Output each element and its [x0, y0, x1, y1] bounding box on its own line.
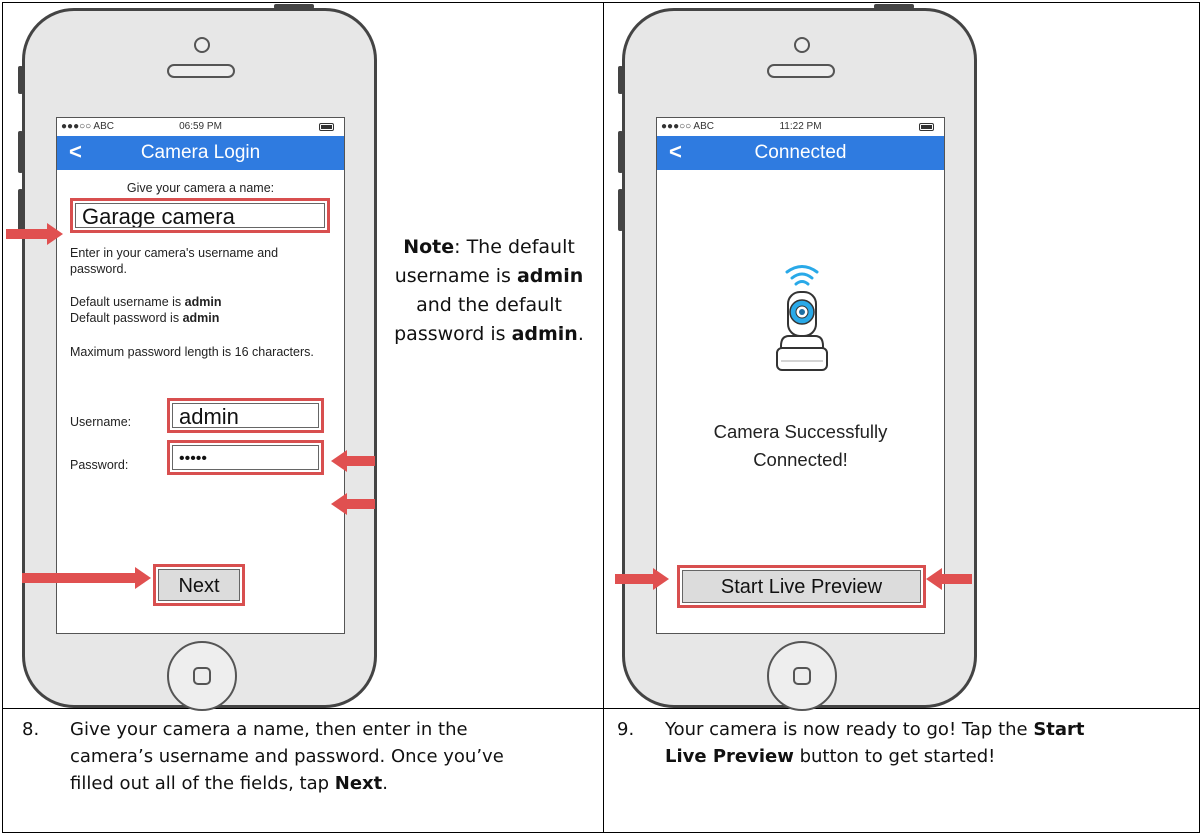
step9-text: Your camera is now ready to go! Tap the … — [665, 719, 1085, 767]
step8-caption: 8. Give your camera a name, then enter i… — [22, 716, 592, 826]
wifi-icon — [785, 265, 819, 286]
nav-bar: < Camera Login — [57, 136, 344, 170]
credentials-instructions: Enter in your camera's username and pass… — [70, 246, 279, 276]
start-preview-highlight: Start Live Preview — [677, 565, 926, 608]
status-bar: ●●●○○ ABC 06:59 PM — [57, 118, 344, 136]
home-square-icon — [193, 667, 211, 685]
camera-icon — [776, 291, 828, 371]
speaker-icon — [767, 64, 835, 78]
volume-down-button — [18, 189, 23, 231]
step9-number: 9. — [617, 719, 635, 740]
screen-title: Camera Login — [140, 142, 261, 163]
login-screen: ●●●○○ ABC 06:59 PM < Camera Login Give y… — [56, 117, 345, 634]
nav-bar: < Connected — [657, 136, 944, 170]
mute-switch — [18, 66, 23, 94]
success-line-1: Camera Successfully — [713, 421, 888, 442]
start-live-preview-button[interactable]: Start Live Preview — [682, 570, 921, 603]
volume-up-button — [618, 131, 623, 173]
arrow-to-password-field — [331, 493, 375, 515]
username-highlight: admin — [167, 398, 324, 433]
arrow-to-start-button-left — [615, 568, 669, 590]
arrow-to-next-button — [22, 567, 151, 589]
front-camera-icon — [194, 37, 210, 53]
arrow-to-start-button-right — [926, 568, 972, 590]
next-button[interactable]: Next — [158, 569, 240, 601]
default-username-text: Default username is admin — [70, 295, 222, 309]
speaker-icon — [167, 64, 235, 78]
default-credentials-note: Note: The default username is admin and … — [394, 236, 584, 345]
password-highlight: ••••• — [167, 440, 324, 475]
home-button — [167, 641, 237, 711]
next-highlight: Next — [153, 564, 245, 606]
default-password-text: Default password is admin — [70, 311, 220, 325]
mute-switch — [618, 66, 623, 94]
power-button — [274, 4, 314, 9]
camera-illustration — [776, 265, 828, 371]
front-camera-icon — [794, 37, 810, 53]
home-square-icon — [793, 667, 811, 685]
volume-up-button — [18, 131, 23, 173]
battery-icon — [319, 123, 334, 131]
step8-number: 8. — [22, 719, 40, 740]
success-line-2: Connected! — [753, 449, 848, 470]
battery-icon — [919, 123, 934, 131]
phone-mockup-connected: ●●●○○ ABC 11:22 PM < Connected Camera Su… — [618, 4, 977, 711]
camera-name-input[interactable]: Garage camera — [75, 203, 325, 228]
step9-caption: 9. Your camera is now ready to go! Tap t… — [617, 716, 1187, 826]
status-time: 11:22 PM — [779, 121, 822, 132]
arrow-to-username-field — [331, 450, 375, 472]
arrow-to-name-field — [6, 223, 63, 245]
username-label: Username: — [70, 415, 132, 429]
home-button — [767, 641, 837, 711]
camera-name-highlight: Garage camera — [70, 198, 330, 233]
password-label: Password: — [70, 458, 129, 472]
username-input[interactable]: admin — [172, 403, 319, 428]
screen-title: Connected — [754, 142, 847, 163]
max-length-text: Maximum password length is 16 characters… — [70, 345, 314, 359]
name-prompt: Give your camera a name: — [126, 181, 275, 195]
power-button — [874, 4, 914, 9]
status-time: 06:59 PM — [179, 121, 222, 132]
connected-screen: ●●●○○ ABC 11:22 PM < Connected Camera Su… — [656, 117, 945, 634]
step8-text: Give your camera a name, then enter in t… — [70, 719, 504, 794]
status-bar: ●●●○○ ABC 11:22 PM — [657, 118, 944, 136]
phone-mockup-login: ●●●○○ ABC 06:59 PM < Camera Login Give y… — [18, 4, 377, 711]
volume-down-button — [618, 189, 623, 231]
password-input[interactable]: ••••• — [172, 445, 319, 470]
